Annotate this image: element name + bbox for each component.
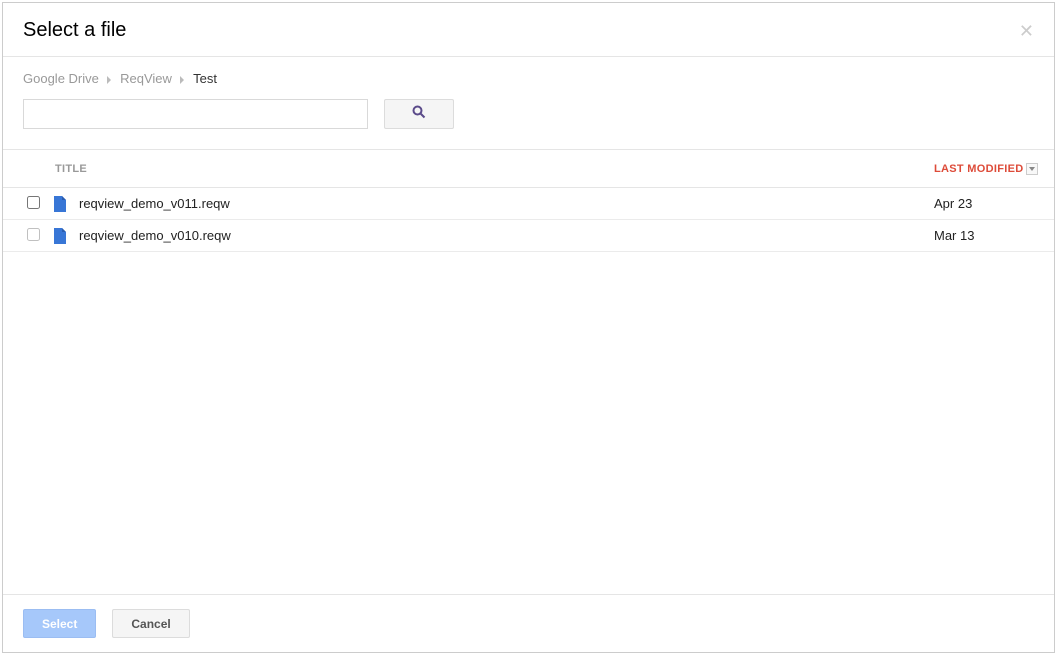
- file-title: reqview_demo_v010.reqw: [79, 228, 934, 243]
- file-icon: [53, 228, 79, 244]
- search-icon: [412, 105, 426, 124]
- row-checkbox-cell: [3, 228, 53, 244]
- toolbar: Google Drive ReqView Test: [3, 57, 1054, 149]
- table-row[interactable]: reqview_demo_v010.reqw Mar 13: [3, 220, 1054, 252]
- search-button[interactable]: [384, 99, 454, 129]
- row-checkbox[interactable]: [27, 228, 40, 241]
- file-modified: Apr 23: [934, 196, 1054, 211]
- sort-dropdown-icon[interactable]: [1026, 163, 1038, 175]
- file-title: reqview_demo_v011.reqw: [79, 196, 934, 211]
- table-header: TITLE LAST MODIFIED: [3, 150, 1054, 188]
- chevron-right-icon: [107, 72, 113, 87]
- row-checkbox-cell: [3, 196, 53, 212]
- dialog-footer: Select Cancel: [3, 594, 1054, 652]
- file-icon: [53, 196, 79, 212]
- file-picker-dialog: Select a file ✕ Google Drive ReqView Tes…: [2, 2, 1055, 653]
- dialog-title: Select a file: [23, 19, 126, 42]
- breadcrumb: Google Drive ReqView Test: [23, 71, 1034, 87]
- row-checkbox[interactable]: [27, 196, 40, 209]
- breadcrumb-item[interactable]: Google Drive: [23, 71, 99, 86]
- cancel-button[interactable]: Cancel: [112, 609, 189, 638]
- chevron-right-icon: [180, 72, 186, 87]
- file-icon-cell: [53, 228, 79, 244]
- search-row: [23, 99, 1034, 129]
- file-modified: Mar 13: [934, 228, 1054, 243]
- column-header-modified[interactable]: LAST MODIFIED: [934, 163, 1054, 175]
- file-list: TITLE LAST MODIFIED reqview_demo_v011.re…: [3, 149, 1054, 594]
- breadcrumb-item-current[interactable]: Test: [193, 71, 217, 86]
- select-button[interactable]: Select: [23, 609, 96, 638]
- column-header-title[interactable]: TITLE: [3, 163, 934, 175]
- table-row[interactable]: reqview_demo_v011.reqw Apr 23: [3, 188, 1054, 220]
- breadcrumb-item[interactable]: ReqView: [120, 71, 172, 86]
- search-input[interactable]: [23, 99, 368, 129]
- dialog-header: Select a file ✕: [3, 3, 1054, 57]
- close-icon[interactable]: ✕: [1019, 22, 1034, 40]
- column-header-modified-label: LAST MODIFIED: [934, 163, 1023, 175]
- file-icon-cell: [53, 196, 79, 212]
